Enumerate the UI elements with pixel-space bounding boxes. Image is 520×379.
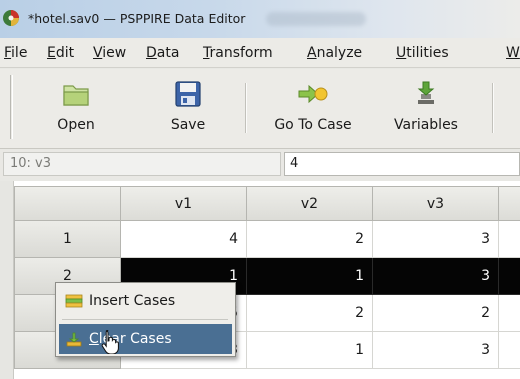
toolbar-separator [492,83,494,133]
column-header-v3[interactable]: v3 [373,186,499,221]
variables-button[interactable]: Variables [382,71,470,143]
column-header-v2[interactable]: v2 [247,186,373,221]
title-blur-region [266,12,366,26]
table-cell-selected[interactable]: 1 [247,258,373,295]
menu-analyze[interactable]: Analyze [307,45,362,61]
menu-edit[interactable]: Edit [47,45,74,61]
table-cell[interactable]: 3 [373,221,499,258]
menu-file[interactable]: File [4,45,27,61]
open-button-label: Open [57,117,95,133]
row-context-menu: Insert Cases Clear Cases [55,282,236,357]
table-cell[interactable] [499,221,520,258]
menu-data[interactable]: Data [146,45,179,61]
save-button[interactable]: Save [160,71,216,143]
cell-entry-bar: 10: v3 4 [0,150,520,178]
table-cell[interactable]: 3 [373,332,499,369]
toolbar-grip[interactable] [10,75,13,139]
open-button[interactable]: Open [48,71,104,143]
go-to-case-label: Go To Case [274,117,352,133]
variables-icon [409,77,443,111]
menu-utilities[interactable]: Utilities [396,45,449,61]
save-button-label: Save [170,117,206,133]
grid-corner[interactable] [14,186,121,221]
go-to-case-button[interactable]: Go To Case [262,71,364,143]
clear-cases-menu-item[interactable]: Clear Cases [59,324,232,354]
row-header-1[interactable]: 1 [14,221,121,258]
menu-transform[interactable]: Transform [203,45,273,61]
grid-left-edge [0,181,14,379]
table-cell[interactable] [499,332,520,369]
menu-bar: File Edit View Data Transform Analyze Ut… [0,38,520,68]
toolbar-separator [245,83,247,133]
psppire-app-icon[interactable] [2,9,20,27]
menu-view[interactable]: View [93,45,126,61]
column-header-v1[interactable]: v1 [121,186,247,221]
variables-label: Variables [394,117,458,133]
toolbar: Open Save Go To Case Variables [0,69,520,149]
cell-reference-field: 10: v3 [3,152,281,176]
table-cell-selected[interactable]: 3 [373,258,499,295]
window-title: *hotel.sav0 — PSPPIRE Data Editor [28,11,246,26]
hand-cursor-icon [100,329,120,355]
table-cell[interactable]: 2 [247,295,373,332]
clear-rows-icon [65,330,83,348]
menu-windows[interactable]: W [506,45,520,61]
table-cell[interactable]: 1 [247,332,373,369]
menu-separator [62,319,228,320]
floppy-disk-icon [171,77,205,111]
title-bar: *hotel.sav0 — PSPPIRE Data Editor [0,0,520,38]
table-cell-selected[interactable] [499,258,520,295]
table-cell[interactable]: 2 [247,221,373,258]
table-cell[interactable]: 4 [121,221,247,258]
insert-cases-label: Insert Cases [89,293,176,309]
table-cell[interactable] [499,295,520,332]
insert-cases-menu-item[interactable]: Insert Cases [59,286,232,316]
folder-open-icon [59,77,93,111]
table-cell[interactable]: 2 [373,295,499,332]
column-header-next[interactable] [499,186,520,221]
insert-rows-icon [65,292,83,310]
cell-value-field[interactable]: 4 [284,152,520,176]
go-to-case-icon [296,77,330,111]
